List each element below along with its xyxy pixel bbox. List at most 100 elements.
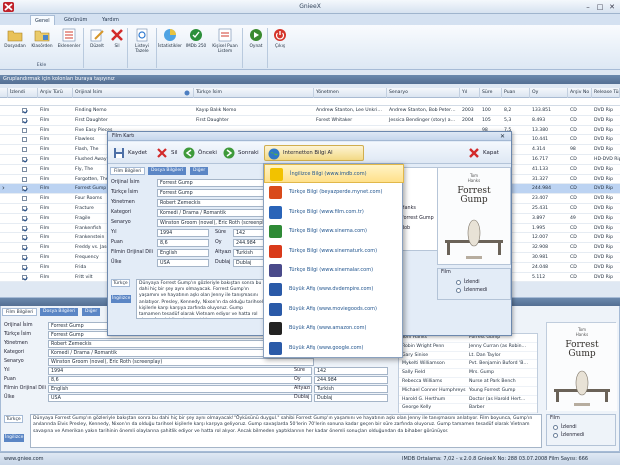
column-header-duration[interactable]: Süre — [480, 88, 502, 98]
cast-row[interactable]: Michael Conner Humphreys Young Forrest Gu… — [399, 387, 537, 396]
cast-row[interactable]: Sally Field Mrs. Gump — [399, 369, 537, 378]
column-header-year[interactable]: Yıl — [460, 88, 480, 98]
tab-ingilizce[interactable]: İngilizce — [4, 434, 25, 442]
watched-checkbox[interactable] — [22, 215, 27, 221]
field-dub[interactable]: Dublaj — [314, 394, 388, 402]
watched-checkbox[interactable] — [22, 274, 27, 280]
kisisel-puan-button[interactable]: Kişisel Puan Listem — [209, 27, 241, 61]
popup-field-scr[interactable]: Winston Groom (novel), Eric Roth (screen… — [157, 219, 279, 227]
dialog-close-icon[interactable]: ✕ — [500, 133, 505, 140]
tab-genel[interactable]: Genel — [30, 15, 55, 25]
grid-filter-row[interactable] — [0, 98, 620, 106]
klasorden-button[interactable]: Klasörden — [29, 27, 55, 61]
cikis-button[interactable]: Çıkış — [267, 27, 293, 61]
tab-turkce[interactable]: Türkçe — [4, 415, 23, 423]
table-row[interactable]: Film Finding Nemo Kayıp Balık Nemo Andrew S… — [0, 106, 620, 116]
field-sub[interactable]: Turkish — [314, 385, 388, 393]
not-watched-radio[interactable] — [553, 433, 558, 438]
field-votes[interactable]: 244.984 — [314, 376, 388, 384]
menu-item-amazon[interactable]: Büyük Afiş (www.amazon.com) — [264, 319, 404, 338]
popup-tab-film-bilgileri[interactable]: Film Bilgileri — [110, 167, 146, 175]
column-header-watched[interactable]: İzlendi — [8, 88, 38, 98]
close-button[interactable]: ✕ — [606, 2, 618, 12]
popup-tab-dosya-bilgileri[interactable]: Dosya Bilgileri — [148, 167, 187, 175]
group-by-hint[interactable]: Gruplandırmak için kolonları buraya taşı… — [0, 75, 620, 84]
tab-gorunum[interactable]: Görünüm — [60, 15, 91, 25]
popup-field-lang[interactable]: English — [157, 249, 209, 257]
cast-row[interactable]: George Kelly Barber — [399, 404, 537, 414]
summary-text[interactable]: Dünyaya Forrest Gump'ın gözleriyle bakış… — [30, 414, 542, 448]
menu-item-sinemalar[interactable]: Türkçe Bilgi (www.sinemalar.com) — [264, 261, 404, 280]
popup-field-year[interactable]: 1994 — [157, 229, 209, 237]
column-header-screenplay[interactable]: Senaryo — [387, 88, 460, 98]
istatistikler-button[interactable]: İstatistikler — [157, 27, 183, 61]
cast-row[interactable]: Mykelti Williamson Pvt. Benjamin Buford '… — [399, 360, 537, 370]
popup-summary-text[interactable]: Dünyaya Forrest Gump'ın gözleriyle bakış… — [136, 279, 268, 319]
field-country[interactable]: USA — [48, 394, 312, 402]
status-website[interactable]: www.gniee.com — [4, 453, 44, 465]
tab-dosya-bilgileri[interactable]: Dosya Bilgileri — [40, 308, 79, 316]
popup-field-cat[interactable]: Komedi / Drama / Romantik — [157, 209, 279, 217]
field-score[interactable]: 8,6 — [48, 376, 312, 384]
field-dur[interactable]: 142 — [314, 367, 388, 375]
popup-field-tr[interactable]: Forrest Gump — [157, 189, 279, 197]
popup-field-dir[interactable]: Robert Zemeckis — [157, 199, 279, 207]
menu-item-filmcomtr[interactable]: Türkçe Bilgi (www.film.com.tr) — [264, 203, 404, 222]
column-header-director[interactable]: Yönetmen — [314, 88, 387, 98]
popup-field-country[interactable]: USA — [157, 259, 209, 267]
imdb-250-button[interactable]: IMDb 250 — [183, 27, 209, 61]
maximize-button[interactable]: □ — [594, 2, 606, 12]
column-header-tr[interactable]: Türkçe İsim — [194, 88, 314, 98]
table-row[interactable]: Film First Daughter First Daughter Forest W… — [0, 115, 620, 126]
watched-checkbox[interactable] — [22, 108, 27, 113]
watched-checkbox[interactable] — [22, 186, 27, 192]
popup-tab-ingilizce[interactable]: İngilizce — [111, 295, 132, 303]
watched-checkbox[interactable] — [22, 127, 27, 133]
popup-field-score[interactable]: 8,6 — [157, 239, 209, 247]
watched-checkbox[interactable] — [22, 117, 27, 123]
popup-tab-turkce[interactable]: Türkçe — [111, 279, 130, 287]
watched-checkbox[interactable] — [22, 176, 27, 182]
menu-item-sinema[interactable]: Türkçe Bilgi (www.sinema.com) — [264, 222, 404, 241]
eklenenler-button[interactable]: Eklenenler — [56, 27, 82, 61]
dosyadan-button[interactable]: Dosyadan — [2, 27, 28, 61]
watched-checkbox[interactable] — [22, 196, 27, 202]
popup-field-orig[interactable]: Forrest Gump — [157, 179, 279, 187]
menu-item-imdb[interactable]: İngilizce Bilgi (www.imdb.com) — [264, 164, 404, 184]
watched-checkbox[interactable] — [22, 206, 27, 211]
popup-tab-diger[interactable]: Diğer — [190, 167, 209, 175]
sort-icon[interactable] — [184, 90, 190, 96]
watched-checkbox[interactable] — [22, 255, 27, 260]
internetten-bilgi-al-button[interactable]: Internetten Bilgi Al — [264, 145, 364, 161]
column-header-votes[interactable]: Oy — [530, 88, 568, 98]
menu-item-moviegoods[interactable]: Büyük Afiş (www.moviegoods.com) — [264, 300, 404, 319]
tab-yardim[interactable]: Yardım — [98, 15, 123, 25]
field-year[interactable]: 1994 — [48, 367, 312, 375]
cast-row[interactable]: Harold G. Herthum Doctor (as Harold Hert… — [399, 396, 537, 405]
cast-list[interactable]: Tom Hanks Forrest Gump Robin Wright Penn Je… — [398, 333, 538, 414]
field-scr[interactable]: Winston Groom (novel), Eric Roth (screen… — [48, 358, 314, 366]
watched-checkbox[interactable] — [22, 137, 27, 143]
watched-checkbox[interactable] — [22, 166, 27, 172]
menu-item-sinematurk[interactable]: Türkçe Bilgi (www.sinematurk.com) — [264, 242, 404, 261]
watched-radio[interactable] — [553, 425, 558, 430]
column-header-expand[interactable] — [0, 88, 8, 98]
menu-item-dvdempire[interactable]: Büyük Afiş (www.dvdempire.com) — [264, 280, 404, 299]
oynat-button[interactable]: Oynat — [243, 27, 269, 61]
watched-checkbox[interactable] — [22, 245, 27, 251]
watched-checkbox[interactable] — [22, 235, 27, 241]
column-header-type[interactable]: Arşiv Türü — [38, 88, 73, 98]
menu-item-beyazperde[interactable]: Türkçe Bilgi (beyazperde.mynet.com) — [264, 183, 404, 202]
column-header-score[interactable]: Puan — [502, 88, 530, 98]
cast-row[interactable]: Gary Sinise Lt. Dan Taylor — [399, 352, 537, 361]
column-header-orig[interactable]: Orijinal İsim — [73, 88, 194, 98]
listeyi-tazele-button[interactable]: Listeyi Tazele — [129, 27, 155, 61]
watched-checkbox[interactable] — [22, 157, 27, 162]
minimize-button[interactable]: – — [582, 2, 594, 12]
column-header-archive-no[interactable]: Arşiv No — [568, 88, 592, 98]
cast-row[interactable]: Robin Wright Penn Jenny Curran (as Robin… — [399, 343, 537, 352]
popup-watched-radio[interactable] — [456, 280, 461, 285]
field-lang[interactable]: English — [48, 385, 312, 393]
column-header-release[interactable]: Release Tür — [592, 88, 620, 98]
menu-item-google[interactable]: Büyük Afiş (www.google.com) — [264, 339, 404, 358]
